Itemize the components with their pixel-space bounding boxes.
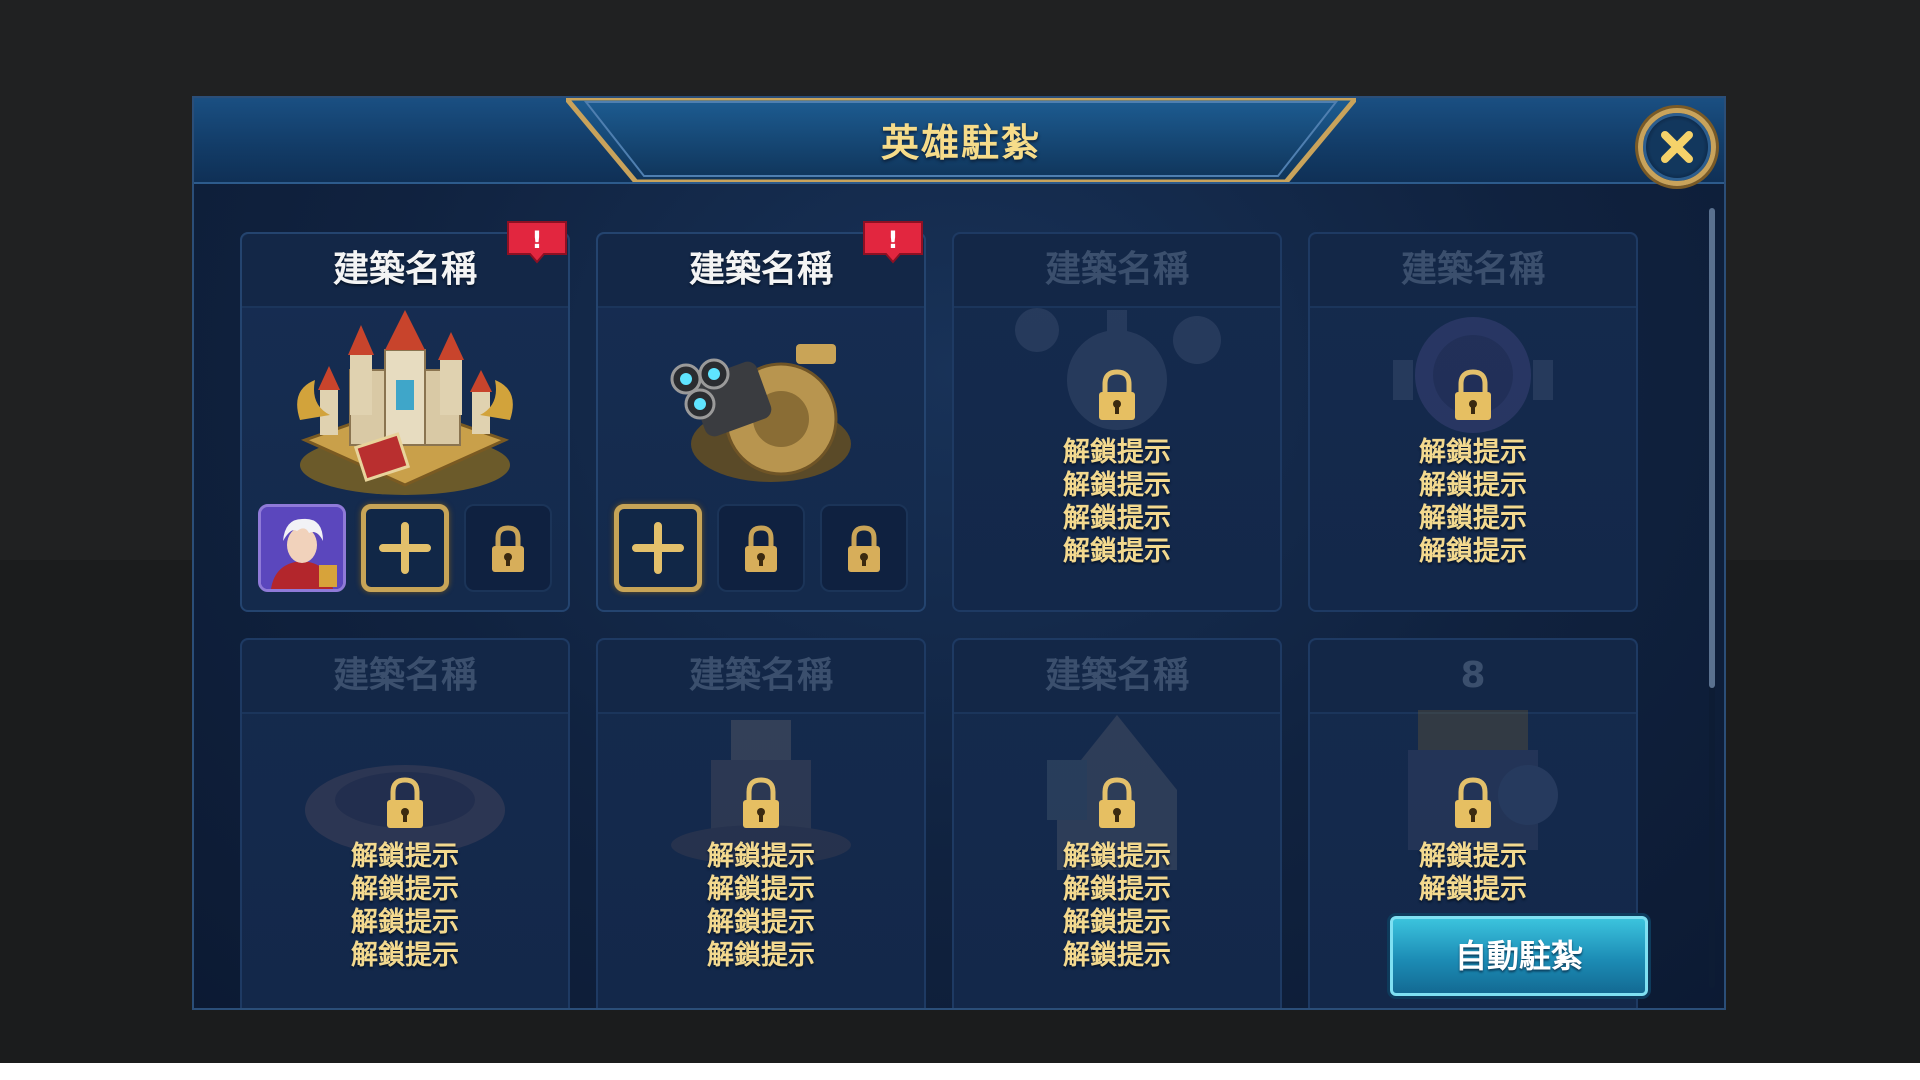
- unlock-hints: 解鎖提示 解鎖提示 解鎖提示 解鎖提示: [954, 840, 1280, 972]
- hero-portrait-icon: [261, 507, 343, 589]
- alert-badge: !: [862, 220, 924, 264]
- alert-mark: !: [532, 226, 543, 254]
- unlock-hint: 解鎖提示: [1063, 940, 1171, 971]
- unlock-hints: 解鎖提示 解鎖提示: [1310, 840, 1636, 906]
- locked-slot: [820, 504, 908, 592]
- close-x-icon: [1661, 131, 1693, 163]
- unlock-hint: 解鎖提示: [1419, 437, 1527, 468]
- padlock-icon: [848, 525, 880, 572]
- building-card-4[interactable]: 建築名稱 解鎖提示 解鎖提示 解鎖提示 解鎖提示: [1308, 232, 1638, 612]
- unlock-hint: 解鎖提示: [1419, 503, 1527, 534]
- dialog-title: 英雄駐紮: [880, 121, 1041, 165]
- unlock-hint: 解鎖提示: [707, 940, 815, 971]
- unlock-hint: 解鎖提示: [1419, 874, 1527, 905]
- padlock-icon: [743, 777, 779, 828]
- unlock-hint: 解鎖提示: [1063, 874, 1171, 905]
- unlock-hint: 解鎖提示: [351, 907, 459, 938]
- building-title-bar: 建築名稱: [954, 234, 1280, 308]
- unlock-hint: 解鎖提示: [1063, 437, 1171, 468]
- building-title-bar: 建築名稱: [1310, 234, 1636, 308]
- padlock-icon: [1455, 369, 1491, 420]
- locked-slot: [464, 504, 552, 592]
- padlock-icon: [492, 525, 524, 572]
- padlock-icon: [745, 525, 777, 572]
- building-name: 建築名稱: [332, 655, 477, 696]
- alert-mark: !: [888, 226, 899, 254]
- unlock-hint: 解鎖提示: [1063, 536, 1171, 567]
- padlock-icon: [387, 777, 423, 828]
- unlock-hint: 解鎖提示: [351, 874, 459, 905]
- auto-garrison-label: 自動駐紮: [1454, 937, 1583, 975]
- building-title-bar: 建築名稱: [598, 640, 924, 714]
- locked-slot: [717, 504, 805, 592]
- unlock-hints: 解鎖提示 解鎖提示 解鎖提示 解鎖提示: [598, 840, 924, 972]
- unlock-hints: 解鎖提示 解鎖提示 解鎖提示 解鎖提示: [1310, 436, 1636, 568]
- unlock-hint: 解鎖提示: [1063, 907, 1171, 938]
- padlock-icon: [1099, 369, 1135, 420]
- title-plate: 英雄駐紮: [566, 98, 1356, 182]
- unlock-hint: 解鎖提示: [707, 874, 815, 905]
- hero-slot-1[interactable]: [258, 504, 346, 592]
- unlock-hint: 解鎖提示: [707, 907, 815, 938]
- exclamation-icon: !: [507, 221, 567, 264]
- exclamation-icon: !: [863, 221, 923, 264]
- building-title-bar: 建築名稱: [242, 640, 568, 714]
- building-card-2[interactable]: 建築名稱 !: [596, 221, 926, 612]
- padlock-icon: [1455, 777, 1491, 828]
- unlock-hints: 解鎖提示 解鎖提示 解鎖提示 解鎖提示: [954, 436, 1280, 568]
- close-button[interactable]: [1638, 108, 1716, 186]
- hero-garrison-dialog: 英雄駐紮 建築名稱 ! 建築名稱 ! 建築名稱 解鎖提示 解鎖提示 解鎖提示 解…: [192, 96, 1726, 1010]
- unlock-hint: 解鎖提示: [1063, 503, 1171, 534]
- building-name: 建築名稱: [688, 655, 833, 696]
- plus-icon: [632, 522, 684, 574]
- auto-garrison-button[interactable]: 自動駐紮: [1390, 916, 1648, 996]
- building-name: 建築名稱: [1044, 655, 1189, 696]
- unlock-hint: 解鎖提示: [707, 841, 815, 872]
- unlock-hint: 解鎖提示: [1419, 470, 1527, 501]
- building-name: 建築名稱: [1044, 249, 1189, 290]
- add-hero-slot[interactable]: [614, 504, 702, 592]
- castle-building-art: [297, 310, 513, 495]
- unlock-hint: 解鎖提示: [1063, 841, 1171, 872]
- building-card-5[interactable]: 建築名稱 解鎖提示 解鎖提示 解鎖提示 解鎖提示: [240, 638, 570, 1008]
- unlock-hint: 解鎖提示: [1419, 841, 1527, 872]
- vertical-scrollbar[interactable]: [1709, 208, 1715, 988]
- building-card-7[interactable]: 建築名稱 解鎖提示 解鎖提示 解鎖提示 解鎖提示: [952, 638, 1282, 1008]
- unlock-hint: 解鎖提示: [1063, 470, 1171, 501]
- unlock-hint: 解鎖提示: [1419, 536, 1527, 567]
- unlock-hint: 解鎖提示: [351, 940, 459, 971]
- plus-icon: [379, 522, 431, 574]
- building-title-bar: 建築名稱: [954, 640, 1280, 714]
- unlock-hints: 解鎖提示 解鎖提示 解鎖提示 解鎖提示: [242, 840, 568, 972]
- alert-badge: !: [506, 220, 568, 264]
- scrollbar-thumb[interactable]: [1709, 208, 1715, 688]
- unlock-hint: 解鎖提示: [351, 841, 459, 872]
- building-card-3[interactable]: 建築名稱 解鎖提示 解鎖提示 解鎖提示 解鎖提示: [952, 232, 1282, 612]
- building-name: 建築名稱: [1400, 249, 1545, 290]
- gatling-turret-art: [670, 344, 851, 482]
- building-card-6[interactable]: 建築名稱 解鎖提示 解鎖提示 解鎖提示 解鎖提示: [596, 638, 926, 1008]
- add-hero-slot[interactable]: [361, 504, 449, 592]
- building-card-1[interactable]: 建築名稱 !: [240, 221, 570, 612]
- bottom-edge-strip: [0, 1063, 1920, 1080]
- padlock-icon: [1099, 777, 1135, 828]
